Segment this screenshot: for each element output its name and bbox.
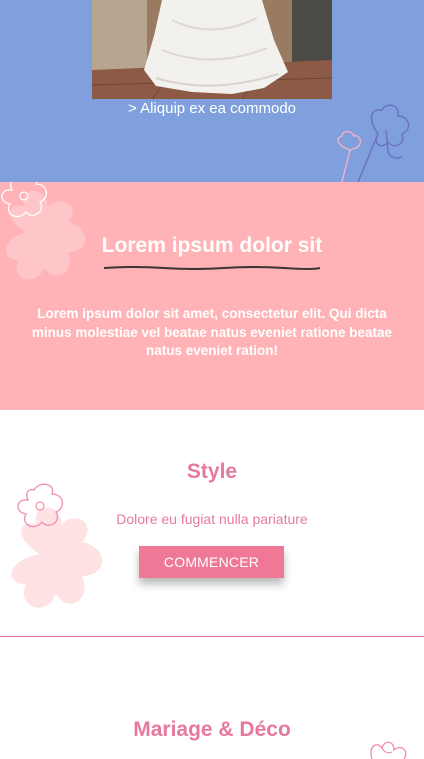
- intro-section: Lorem ipsum dolor sit Lorem ipsum dolor …: [0, 182, 424, 410]
- hero-section: > Aliquip ex ea commodo: [0, 0, 424, 182]
- flower-outline-icon: [370, 741, 407, 759]
- flower-outline-icon: [337, 104, 410, 182]
- style-subtitle: Dolore eu fugiat nulla pariature: [116, 511, 308, 527]
- style-title: Style: [186, 460, 238, 483]
- intro-title: Lorem ipsum dolor sit: [101, 234, 323, 257]
- section-divider: [0, 636, 424, 637]
- wedding-dress-photo: [92, 0, 332, 99]
- flower-decoration-icon: [11, 483, 103, 608]
- style-section: Style Dolore eu fugiat nulla pariature C…: [0, 410, 424, 636]
- title-underline: [104, 266, 320, 270]
- deco-title: Mariage & Déco: [133, 718, 291, 741]
- intro-text: Lorem ipsum dolor sit amet, consectetur …: [31, 306, 393, 358]
- commencer-button[interactable]: COMMENCER: [139, 546, 284, 578]
